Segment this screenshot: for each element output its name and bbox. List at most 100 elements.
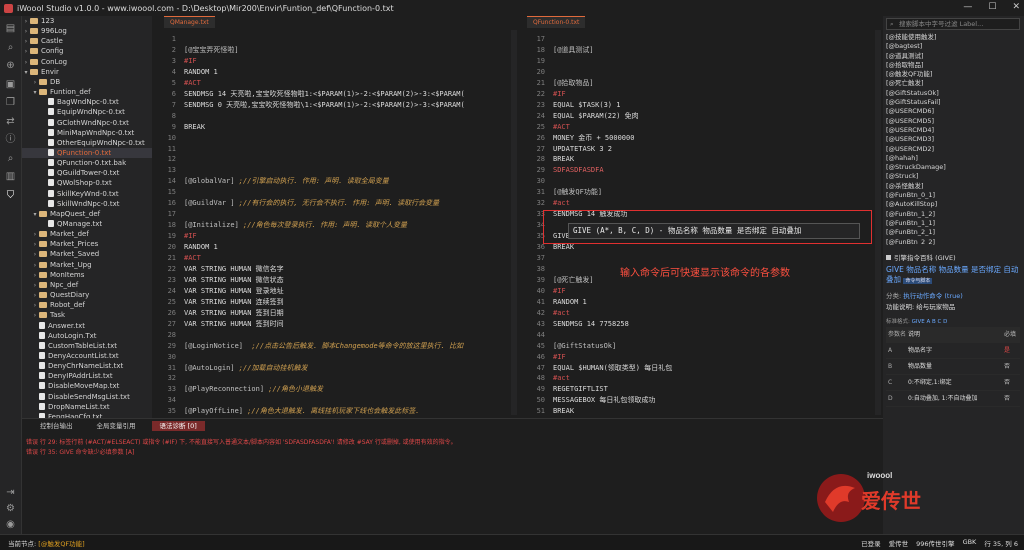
code-line[interactable]: [@拾取物品]	[553, 78, 594, 89]
code-line[interactable]: [@死亡触发]	[553, 275, 594, 286]
tree-folder[interactable]: ▾ MapQuest_def	[22, 209, 152, 219]
tree-file[interactable]: DisableSendMsgList.txt	[22, 392, 152, 402]
tree-file[interactable]: QFunction-0.txt.bak	[22, 158, 152, 168]
outline-label-item[interactable]: [@GiftStatusOk]	[886, 89, 1020, 98]
tab-qfunction[interactable]: QFunction-0.txt	[527, 16, 586, 28]
tree-file[interactable]: GClothWndNpc-0.txt	[22, 118, 152, 128]
tree-folder[interactable]: › Market_def	[22, 229, 152, 239]
tree-folder[interactable]: › DB	[22, 77, 152, 87]
code-line[interactable]: EQUAL $TASK(3) 1	[553, 100, 620, 111]
tree-file[interactable]: DenyIPAddrList.txt	[22, 371, 152, 381]
tree-file[interactable]: Answer.txt	[22, 321, 152, 331]
label-search-input[interactable]: ⌕ 搜索脚本中字号过滤 Label...	[886, 18, 1020, 30]
code-line[interactable]: MESSAGEBOX 每日礼包领取成功	[553, 395, 655, 406]
outline-label-item[interactable]: [@触发QF功能]	[886, 70, 1020, 79]
error-line[interactable]: 错误 行 29: 标签行前 (#ACT/#ELSEACT) 或指令 (#IF) …	[26, 437, 457, 446]
tree-file[interactable]: CustomTableList.txt	[22, 341, 152, 351]
code-line[interactable]: #act	[553, 308, 570, 319]
close-icon[interactable]: ✕	[1012, 2, 1020, 12]
tab-qmanage[interactable]: QManage.txt	[164, 16, 215, 28]
error-line[interactable]: 错误 行 35: GIVE 命令缺少必填参数 [A]	[26, 447, 134, 456]
tree-folder[interactable]: › Task	[22, 310, 152, 320]
code-line[interactable]: VAR STRING HUMAN 签到日期	[184, 308, 284, 319]
tree-file[interactable]: SkillKeyWnd-0.txt	[22, 189, 152, 199]
code-line[interactable]: [@宝宝弄死怪啦]	[184, 45, 239, 56]
tree-file[interactable]: OtherEquipWndNpc-0.txt	[22, 138, 152, 148]
tree-file[interactable]: QFunction-0.txt	[22, 147, 152, 158]
code-line[interactable]: SDFASDFASDFA	[553, 165, 604, 176]
code-line[interactable]: #act	[553, 198, 570, 209]
file-icon[interactable]: ▤	[4, 22, 17, 35]
outline-label-item[interactable]: [@FunBtn_1_1]	[886, 219, 1020, 228]
settings-icon[interactable]: ⚙	[4, 502, 17, 515]
outline-label-item[interactable]: [@FunBtn_2_2]	[886, 238, 1020, 245]
outline-label-item[interactable]: [@AutoKillStop]	[886, 200, 1020, 209]
code-line[interactable]: #act	[553, 373, 570, 384]
code-line[interactable]: #IF	[553, 352, 566, 363]
bottom-tab[interactable]: 控制台输出	[32, 421, 81, 431]
code-line[interactable]: UPDATETASK 3 2	[553, 144, 612, 155]
outline-label-item[interactable]: [@GiftStatusFail]	[886, 98, 1020, 107]
code-line[interactable]: #IF	[184, 56, 197, 67]
code-line[interactable]: [@PlayReconnection] ;//角色小退触发	[184, 384, 323, 395]
copy-icon[interactable]: ❐	[4, 96, 17, 109]
code-line[interactable]: [@GuildVar ] ;//有行会的执行, 无行会不执行. 作用: 声明. …	[184, 198, 439, 209]
tree-folder[interactable]: › 996Log	[22, 26, 152, 36]
tree-folder[interactable]: › Market_Upg	[22, 260, 152, 270]
status-engine[interactable]: 996传世引擎	[916, 538, 954, 548]
tree-file[interactable]: QGuildTower-0.txt	[22, 168, 152, 178]
new-file-icon[interactable]: ⊕	[4, 59, 17, 72]
tree-folder[interactable]: ▾ Envir	[22, 67, 152, 77]
tree-folder[interactable]: › Castle	[22, 36, 152, 46]
outline-label-item[interactable]: [@USERCMD2]	[886, 145, 1020, 154]
bottom-tab[interactable]: 全局变量引用	[89, 421, 144, 431]
code-line[interactable]: #ACT	[184, 78, 201, 89]
outline-label-item[interactable]: [@FunBtn_1_2]	[886, 210, 1020, 219]
code-line[interactable]: EQUAL $HUMAN(领取类型) 每日礼包	[553, 363, 672, 374]
code-line[interactable]: [@LoginNotice] ;//点击公告后触发. 脚本Changemode等…	[184, 341, 463, 352]
maximize-icon[interactable]: ☐	[988, 2, 996, 12]
code-line[interactable]: SENDMSG 14 7758258	[553, 319, 629, 330]
find-icon[interactable]: ⌕	[4, 152, 17, 165]
code-line[interactable]: VAR STRING HUMAN 连续签到	[184, 297, 284, 308]
tree-folder[interactable]: › Config	[22, 46, 152, 56]
tree-folder[interactable]: › 123	[22, 16, 152, 26]
outline-label-item[interactable]: [@拾取物品]	[886, 61, 1020, 70]
outline-label-item[interactable]: [@StruckDamage]	[886, 163, 1020, 172]
tree-file[interactable]: SkillWndNpc-0.txt	[22, 199, 152, 209]
user-icon[interactable]: ◉	[4, 518, 17, 531]
logout-icon[interactable]: ⇥	[4, 486, 17, 499]
outline-label-item[interactable]: [@hahah]	[886, 154, 1020, 163]
tree-folder[interactable]: › Robot_def	[22, 300, 152, 310]
shield-icon[interactable]: ⛉	[4, 189, 17, 202]
tree-file[interactable]: MiniMapWndNpc-0.txt	[22, 128, 152, 138]
code-line[interactable]: [@AutoLogin] ;//加载自动挂机触发	[184, 363, 307, 374]
tree-file[interactable]: DropNameList.txt	[22, 402, 152, 412]
code-line[interactable]: #IF	[553, 286, 566, 297]
code-line[interactable]: SENDMSG 0 天亮啦,宝宝吹死怪物啦\1:<$PARAM(1)>-2:<$…	[184, 100, 465, 111]
editor-right-scrollbar[interactable]	[875, 30, 881, 415]
code-line[interactable]: #IF	[553, 89, 566, 100]
tree-folder[interactable]: › Market_Prices	[22, 239, 152, 249]
code-line[interactable]: VAR STRING HUMAN 签到时间	[184, 319, 284, 330]
minimize-icon[interactable]: —	[963, 2, 972, 12]
tree-file[interactable]: BagWndNpc-0.txt	[22, 97, 152, 107]
editor-left-scrollbar[interactable]	[511, 30, 517, 415]
code-line[interactable]: VAR STRING HUMAN 微信名字	[184, 264, 284, 275]
outline-label-item[interactable]: [@USERCMD6]	[886, 107, 1020, 116]
code-line[interactable]: #ACT	[184, 253, 201, 264]
outline-label-item[interactable]: [@FunBtn_2_1]	[886, 228, 1020, 237]
book-icon[interactable]: ▥	[4, 170, 17, 183]
outline-label-item[interactable]: [@道具测试]	[886, 52, 1020, 61]
tree-folder[interactable]: › MonItems	[22, 270, 152, 280]
code-line[interactable]: [@GiftStatusOk]	[553, 341, 616, 352]
code-line[interactable]: VAR STRING HUMAN 微信状态	[184, 275, 284, 286]
editor-left[interactable]: 1 2 [@宝宝弄死怪啦] 3 #IF 4 RANDOM 1 5 #ACT 6 SENDMSG 14…	[152, 30, 517, 415]
code-line[interactable]: #IF	[184, 231, 197, 242]
tree-file[interactable]: EquipWndNpc-0.txt	[22, 107, 152, 117]
code-line[interactable]: RANDOM 1	[553, 297, 587, 308]
info-icon[interactable]: ⓘ	[4, 133, 17, 146]
code-line[interactable]: SENDMSG 14 天亮啦,宝宝吹死怪物啦1:<$PARAM(1)>-2:<$…	[184, 89, 465, 100]
outline-label-item[interactable]: [@杀怪触发]	[886, 182, 1020, 191]
search-icon[interactable]: ⌕	[4, 41, 17, 54]
